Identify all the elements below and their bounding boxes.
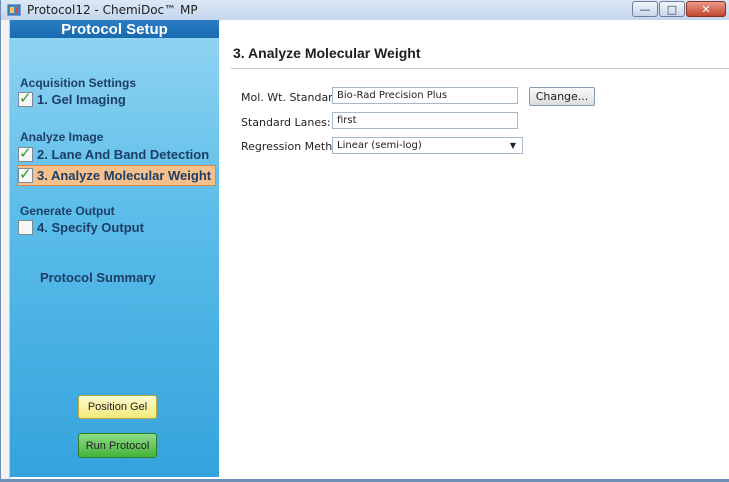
run-protocol-button[interactable]: Run Protocol bbox=[78, 433, 157, 458]
step-checkbox[interactable]: ✓ bbox=[18, 165, 33, 183]
regression-method-value: Linear (semi-log) bbox=[337, 140, 422, 151]
minimize-button[interactable]: — bbox=[632, 1, 658, 17]
close-icon: ✕ bbox=[701, 2, 711, 16]
checkmark-icon: ✓ bbox=[19, 165, 32, 183]
section-generate-output: Generate Output bbox=[20, 204, 115, 218]
checkmark-icon: ✓ bbox=[19, 89, 32, 107]
standard-lanes-label: Standard Lanes: bbox=[241, 116, 331, 129]
step-label: 1. Gel Imaging bbox=[37, 92, 126, 107]
protocol-summary-link[interactable]: Protocol Summary bbox=[40, 270, 156, 285]
page-title: 3. Analyze Molecular Weight bbox=[233, 45, 421, 61]
window-title: Protocol12 - ChemiDoc™ MP bbox=[27, 3, 198, 17]
section-analyze-image: Analyze Image bbox=[20, 130, 104, 144]
mol-wt-standard-field[interactable]: Bio-Rad Precision Plus bbox=[332, 87, 518, 104]
step-checkbox[interactable]: ✓ bbox=[18, 89, 33, 107]
title-divider bbox=[231, 68, 729, 69]
section-acquisition-settings: Acquisition Settings bbox=[20, 76, 137, 90]
title-bar: Protocol12 - ChemiDoc™ MP — □ ✕ bbox=[1, 0, 729, 21]
app-icon bbox=[7, 4, 21, 16]
main-panel: 3. Analyze Molecular Weight Mol. Wt. Sta… bbox=[220, 20, 729, 481]
checkmark-icon: ✓ bbox=[19, 144, 32, 162]
step-specify-output[interactable]: 4. Specify Output bbox=[18, 218, 144, 237]
change-button[interactable]: Change... bbox=[529, 87, 595, 106]
app-window: Protocol12 - ChemiDoc™ MP — □ ✕ Protocol… bbox=[0, 0, 729, 482]
step-gel-imaging[interactable]: ✓ 1. Gel Imaging bbox=[18, 89, 126, 109]
window-controls: — □ ✕ bbox=[631, 1, 726, 17]
minimize-icon: — bbox=[639, 2, 651, 16]
step-label: 2. Lane And Band Detection bbox=[37, 147, 210, 162]
step-checkbox[interactable]: ✓ bbox=[18, 144, 33, 162]
chevron-down-icon: ▼ bbox=[509, 141, 516, 150]
step-analyze-molecular-weight[interactable]: ✓ 3. Analyze Molecular Weight bbox=[17, 165, 217, 186]
sidebar-header: Protocol Setup bbox=[10, 20, 219, 39]
regression-method-select[interactable]: Linear (semi-log) ▼ bbox=[332, 137, 523, 154]
mol-wt-standard-label: Mol. Wt. Standard: bbox=[241, 91, 344, 104]
standard-lanes-field[interactable]: first bbox=[332, 112, 518, 129]
step-lane-and-band-detection[interactable]: ✓ 2. Lane And Band Detection bbox=[18, 144, 210, 164]
window-left-edge bbox=[1, 20, 10, 481]
position-gel-button[interactable]: Position Gel bbox=[78, 395, 157, 419]
close-button[interactable]: ✕ bbox=[686, 1, 726, 17]
step-checkbox[interactable] bbox=[18, 220, 33, 235]
step-label: 4. Specify Output bbox=[37, 220, 144, 235]
maximize-button[interactable]: □ bbox=[659, 1, 685, 17]
maximize-icon: □ bbox=[666, 2, 678, 16]
step-label: 3. Analyze Molecular Weight bbox=[37, 168, 212, 183]
